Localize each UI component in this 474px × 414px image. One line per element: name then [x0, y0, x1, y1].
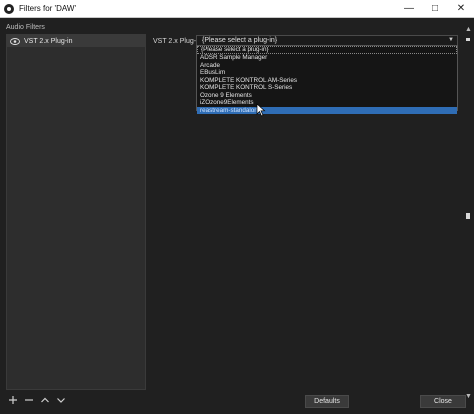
dropdown-option[interactable]: iZOzone9Elements	[197, 99, 457, 107]
scrollbar-thumb[interactable]	[466, 213, 470, 219]
dropdown-option[interactable]: Ozone 9 Elements	[197, 92, 457, 100]
dropdown-option-highlighted[interactable]: reastream-standalone	[197, 106, 457, 114]
dropdown-option[interactable]: Arcade	[197, 62, 457, 70]
scroll-down-icon[interactable]: ▼	[465, 393, 472, 400]
plugin-label: VST 2.x Plug-in	[153, 38, 202, 45]
defaults-button[interactable]: Defaults	[305, 395, 349, 408]
dropdown-option[interactable]: KOMPLETE KONTROL AM-Series	[197, 77, 457, 85]
dropdown-option[interactable]: KOMPLETE KONTROL S-Series	[197, 84, 457, 92]
maximize-button[interactable]: □	[422, 0, 448, 18]
remove-icon[interactable]	[24, 395, 34, 405]
move-up-icon[interactable]	[40, 395, 50, 405]
audio-filters-label: Audio Filters	[6, 24, 45, 31]
filter-list-item[interactable]: VST 2.x Plug-in	[7, 35, 145, 47]
obs-logo-icon	[4, 3, 14, 14]
plugin-dropdown[interactable]: {Please select a plug-in} ADSR Sample Ma…	[196, 45, 458, 114]
mouse-cursor-icon	[256, 103, 266, 117]
window-title: Filters for 'DAW'	[19, 4, 76, 13]
move-down-icon[interactable]	[56, 395, 66, 405]
title-bar: Filters for 'DAW' — □ ✕	[0, 0, 474, 18]
scrollbar-thumb-top[interactable]	[466, 38, 470, 41]
add-icon[interactable]	[8, 395, 18, 405]
chevron-down-icon[interactable]: ▼	[448, 37, 454, 43]
close-window-button[interactable]: ✕	[448, 0, 474, 18]
filter-list[interactable]: VST 2.x Plug-in	[6, 34, 146, 390]
dropdown-option[interactable]: EBusLim	[197, 69, 457, 77]
eye-icon[interactable]	[10, 37, 20, 45]
minimize-button[interactable]: —	[396, 0, 422, 18]
dropdown-option[interactable]: {Please select a plug-in}	[197, 46, 457, 54]
properties-scrollbar[interactable]: ▲ ▼	[463, 26, 474, 402]
filter-item-label: VST 2.x Plug-in	[24, 37, 73, 45]
plugin-select-value: {Please select a plug-in}	[202, 37, 278, 44]
close-button[interactable]: Close	[420, 395, 466, 408]
dropdown-option[interactable]: ADSR Sample Manager	[197, 54, 457, 62]
scroll-up-icon[interactable]: ▲	[465, 26, 472, 33]
filter-controls	[8, 395, 66, 405]
